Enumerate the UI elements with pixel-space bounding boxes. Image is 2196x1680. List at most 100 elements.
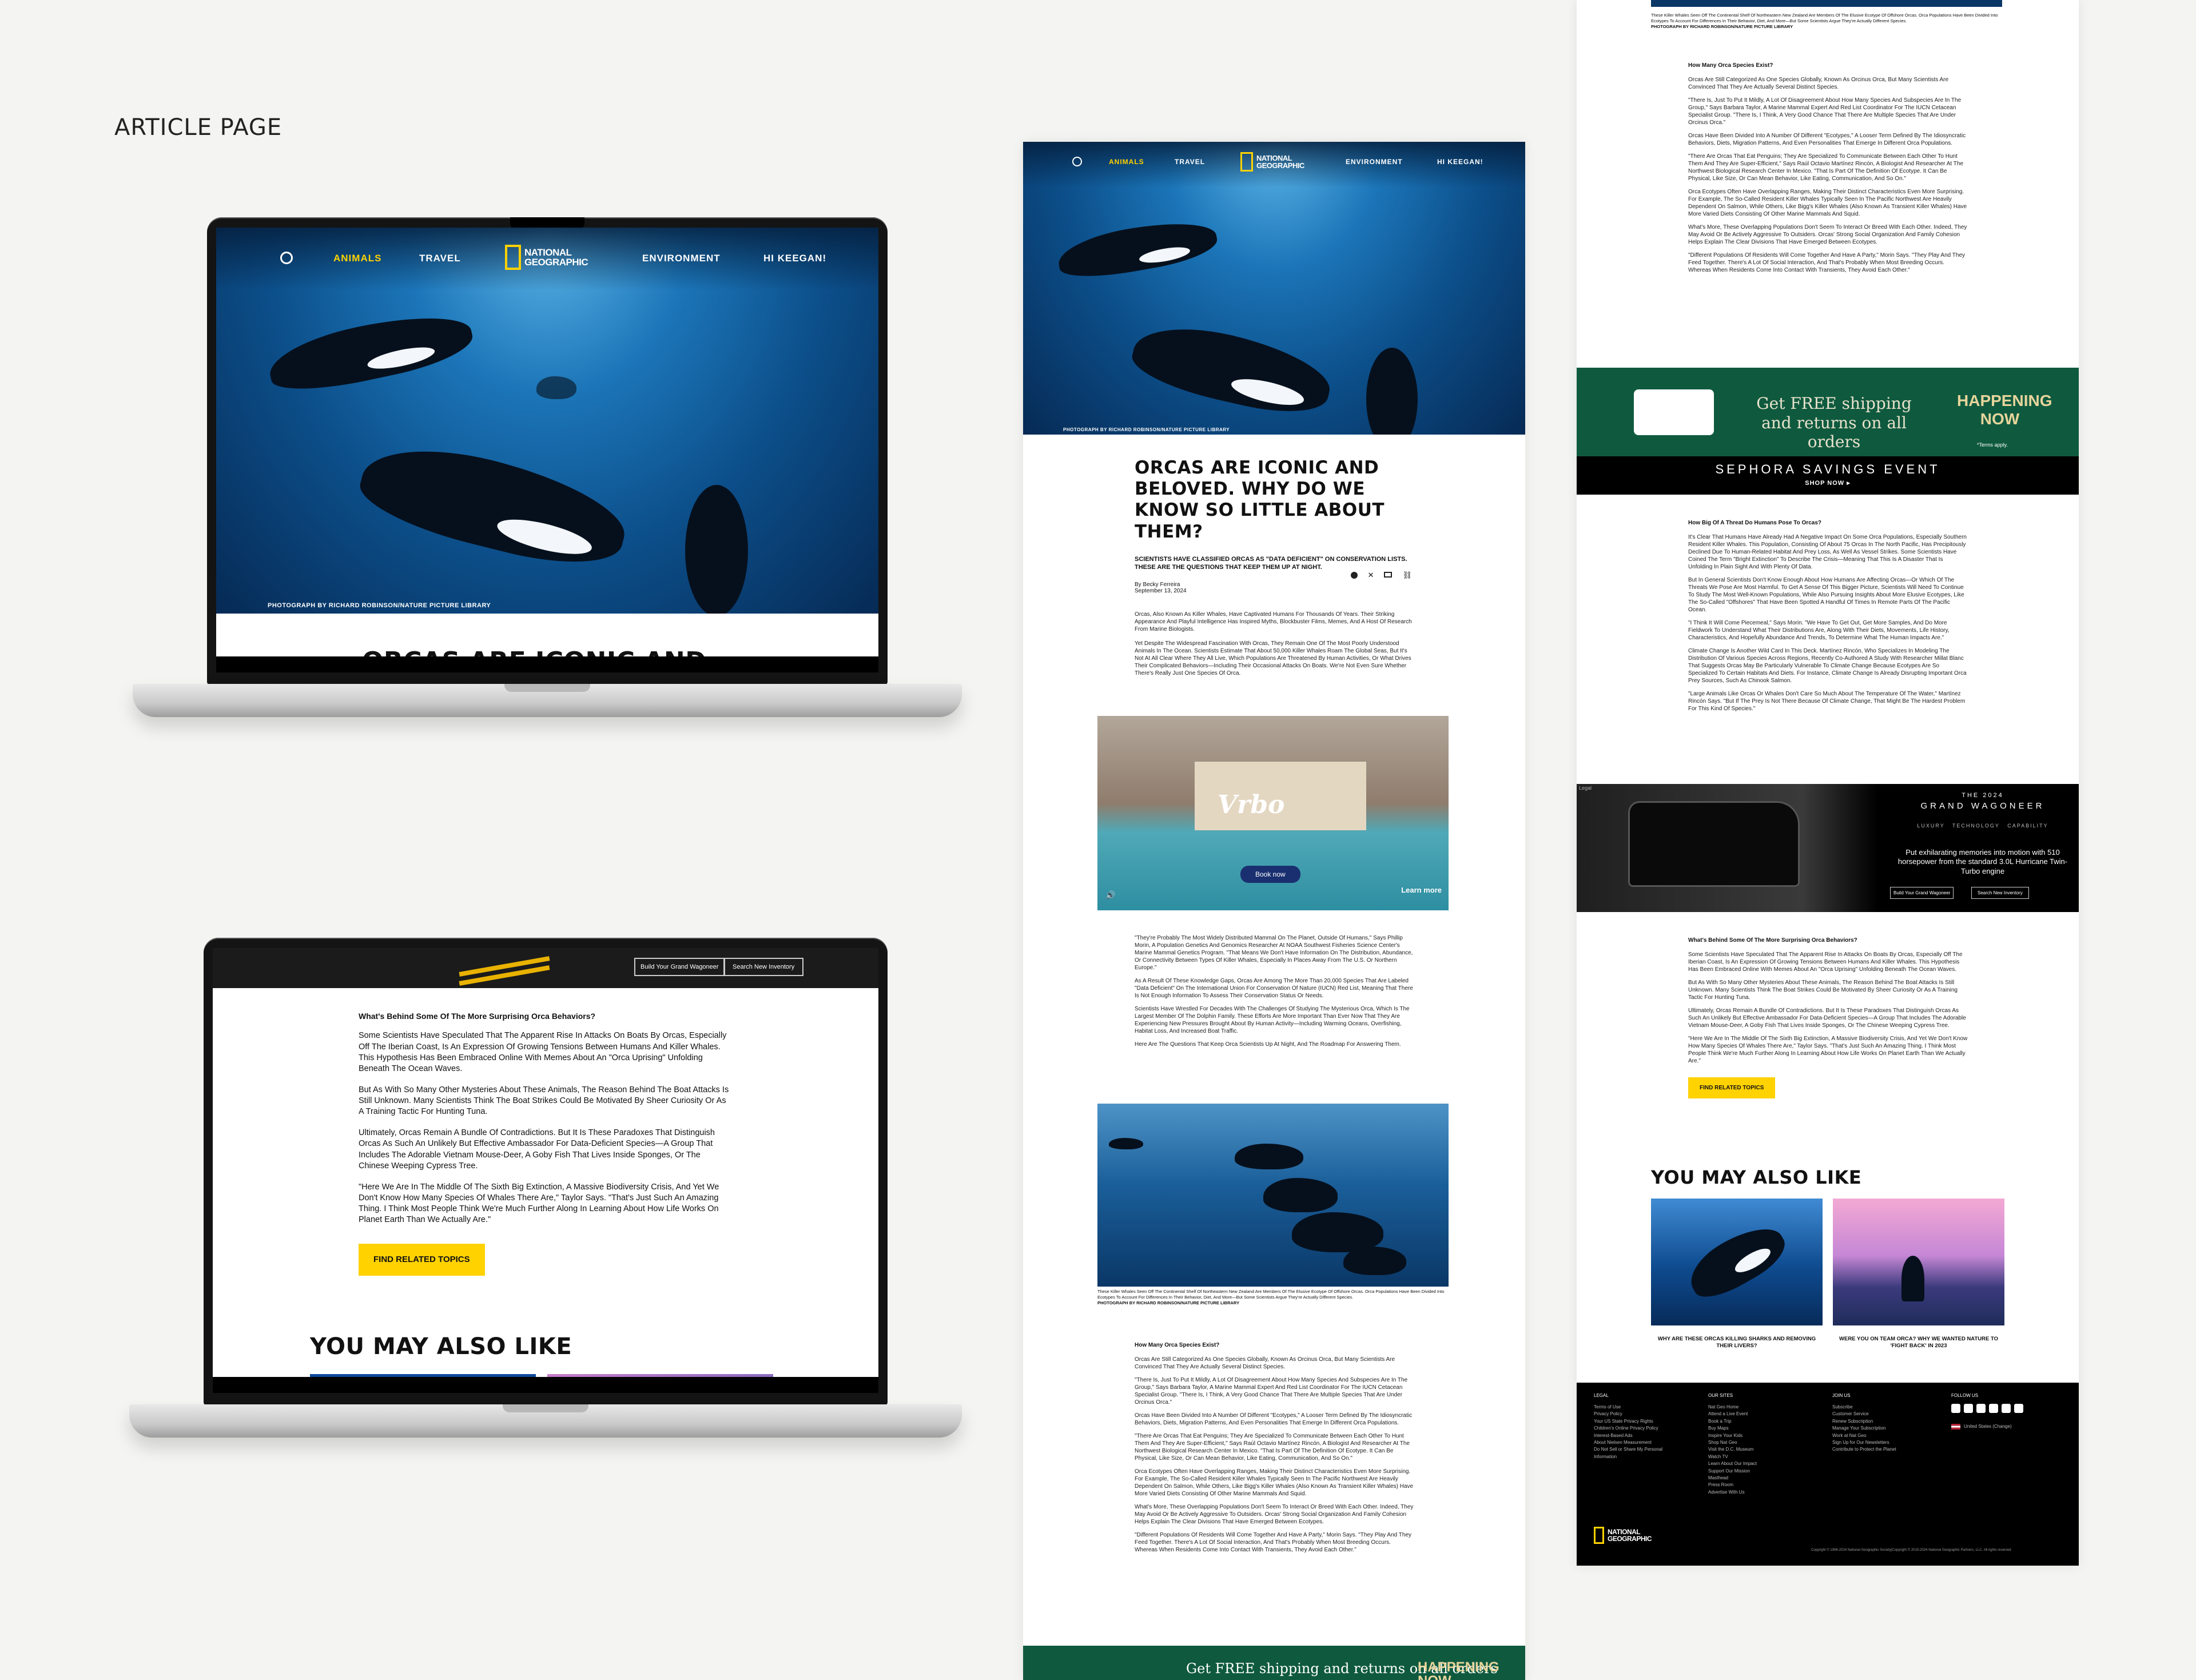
nav-environment[interactable]: ENVIRONMENT <box>642 253 721 264</box>
footer-link[interactable]: Inspire Your Kids <box>1708 1432 1757 1439</box>
top-nav: ANIMALS TRAVEL NATIONAL GEOGRAPHIC ENVIRO… <box>216 228 878 290</box>
sephora-ad-peek[interactable]: Get FREE shipping and returns on all ord… <box>1023 1646 1525 1680</box>
jeep-search-button[interactable]: Search New Inventory <box>1971 887 2029 899</box>
footer-link[interactable]: Learn About Our Impact <box>1708 1460 1757 1467</box>
footer-link[interactable]: Shop Nat Geo <box>1708 1439 1757 1446</box>
footer-link[interactable]: Sign Up for Our Newsletters <box>1832 1439 1896 1446</box>
orca-shape <box>1366 348 1418 435</box>
footer-link[interactable]: Attend a Live Event <box>1708 1411 1757 1418</box>
footer-link[interactable]: Masthead <box>1708 1475 1757 1482</box>
paragraph: It's Clear That Humans Have Already Had … <box>1688 534 1967 570</box>
nav-travel[interactable]: TRAVEL <box>1175 158 1205 166</box>
related-card-title[interactable]: WHY ARE THESE ORCAS KILLING SHARKS AND R… <box>1651 1336 1823 1350</box>
jeep-build-button[interactable]: Build Your Grand Wagoneer <box>1890 887 1954 899</box>
speaker-icon[interactable]: 🔊 <box>1105 890 1115 900</box>
footer-link[interactable]: Renew Subscription <box>1832 1418 1896 1425</box>
nav-user[interactable]: HI KEEGAN! <box>1437 158 1483 166</box>
x-icon[interactable]: ✕ <box>1368 571 1374 579</box>
linkedin-icon[interactable] <box>2002 1404 2011 1413</box>
orca-shape <box>1681 1216 1793 1307</box>
link-icon[interactable]: ⛓ <box>1402 571 1412 579</box>
orca-shape <box>1127 314 1337 424</box>
facebook-icon[interactable] <box>1350 572 1358 579</box>
footer-link[interactable]: Visit the D.C. Museum <box>1708 1446 1757 1453</box>
article-title: ORCAS ARE ICONIC AND BELOVED. WHY DO WE … <box>1135 457 1385 542</box>
footer-link[interactable]: Advertise With Us <box>1708 1489 1757 1496</box>
section-behaviors: What's Behind Some Of The More Surprisin… <box>1688 937 1968 1098</box>
nav-user[interactable]: HI KEEGAN! <box>763 253 826 264</box>
sephora-ad[interactable]: Get FREE shipping and returns on all ord… <box>1577 368 2079 495</box>
related-card-image[interactable] <box>1651 1199 1823 1325</box>
related-heading: YOU MAY ALSO LIKE <box>310 1333 572 1360</box>
tiktok-icon[interactable] <box>2014 1404 2023 1413</box>
jeep-model: GRAND WAGONEER <box>1920 801 2045 811</box>
vrbo-learn-more-button[interactable]: Learn more <box>1401 886 1442 894</box>
footer-link[interactable]: Buy Maps <box>1708 1425 1757 1432</box>
paragraph: Orcas Have Been Divided Into A Number Of… <box>1135 1412 1413 1426</box>
photo-caption: These Killer Whales Seen Off The Contine… <box>1651 13 2002 29</box>
search-icon[interactable] <box>1072 157 1082 166</box>
footer-link[interactable]: Work at Nat Geo <box>1832 1432 1896 1439</box>
suv-shape <box>1628 801 1800 887</box>
sephora-happening: HAPPENING NOW <box>1957 392 2052 428</box>
jeep-search-button[interactable]: Search New Inventory <box>723 958 804 976</box>
orca-shape <box>264 304 477 400</box>
footer-link[interactable]: Support Our Mission <box>1708 1468 1757 1475</box>
instagram-icon[interactable] <box>1951 1404 1960 1413</box>
footer-link[interactable]: Terms of Use <box>1594 1404 1680 1411</box>
footer-link[interactable]: Interest-Based Ads <box>1594 1432 1680 1439</box>
footer-link[interactable]: Nat Geo Home <box>1708 1404 1757 1411</box>
footer-link[interactable]: Contribute to Protect the Planet <box>1832 1446 1896 1453</box>
article-quotes: "They're Probably The Most Widely Distri… <box>1135 934 1415 1048</box>
section-heading: What's Behind Some Of The More Surprisin… <box>1688 937 1857 943</box>
x-icon[interactable] <box>1976 1404 1986 1413</box>
footer-link[interactable]: Press Room <box>1708 1482 1757 1488</box>
footer-legal: LEGAL Terms of Use Privacy Policy Your U… <box>1594 1393 1680 1460</box>
footer-link[interactable]: Do Not Sell or Share My Personal Informa… <box>1594 1446 1680 1460</box>
footer-link[interactable]: Subscribe <box>1832 1404 1896 1411</box>
orca-shape <box>1343 1247 1406 1275</box>
footer-link[interactable]: Manage Your Subscription <box>1832 1425 1896 1432</box>
logo-yellow-border <box>1240 152 1253 172</box>
ad-legal-label[interactable]: Legal <box>1579 785 1592 791</box>
find-related-topics-button[interactable]: FIND RELATED TOPICS <box>1688 1077 1776 1098</box>
find-related-topics-button[interactable]: FIND RELATED TOPICS <box>359 1244 485 1276</box>
footer-link[interactable]: About Nielsen Measurement <box>1594 1439 1680 1446</box>
footer-link[interactable]: Your US State Privacy Rights <box>1594 1418 1680 1425</box>
section-orca-species: How Many Orca Species Exist? Orcas Are S… <box>1135 1341 1415 1554</box>
grand-wagoneer-ad[interactable]: Legal THE 2024 GRAND WAGONEER LUXURY TEC… <box>1577 784 2079 912</box>
natgeo-logo[interactable]: NATIONAL GEOGRAPHIC <box>1240 152 1304 172</box>
nav-environment[interactable]: ENVIRONMENT <box>1346 158 1403 166</box>
article-page-full-right: These Killer Whales Seen Off The Contine… <box>1577 0 2079 1566</box>
footer-join: JOIN US Subscribe Customer Service Renew… <box>1832 1393 1896 1454</box>
nav-animals[interactable]: ANIMALS <box>1109 158 1144 166</box>
social-icons <box>1951 1404 2027 1415</box>
orca-shape <box>1263 1178 1338 1212</box>
laptop-screen: Build Your Grand Wagoneer Search New Inv… <box>213 948 878 1393</box>
natgeo-logo[interactable]: NATIONAL GEOGRAPHIC <box>505 245 588 270</box>
footer-link[interactable]: Book a Trip <box>1708 1418 1757 1425</box>
youtube-icon[interactable] <box>1989 1404 1998 1413</box>
ad-strip: Build Your Grand Wagoneer Search New Inv… <box>213 948 878 988</box>
section-heading: How Big Of A Threat Do Humans Pose To Or… <box>1688 520 1821 526</box>
sephora-happening: HAPPENING NOW <box>1418 1659 1499 1680</box>
footer-link[interactable]: Children's Online Privacy Policy <box>1594 1425 1680 1432</box>
vrbo-book-button[interactable]: Book now <box>1240 866 1300 883</box>
search-icon[interactable] <box>280 252 293 264</box>
paragraph: "Different Populations Of Residents Will… <box>1688 252 1966 273</box>
jeep-build-button[interactable]: Build Your Grand Wagoneer <box>634 958 725 976</box>
footer-link[interactable]: Customer Service <box>1832 1411 1896 1418</box>
email-icon[interactable] <box>1384 572 1393 578</box>
related-card-image[interactable] <box>1833 1199 2004 1325</box>
facebook-icon[interactable] <box>1964 1404 1973 1413</box>
sephora-shop-now[interactable]: SHOP NOW ▸ <box>1577 479 2079 487</box>
region-selector[interactable]: United States (Change) <box>1951 1423 2027 1430</box>
footer-link[interactable]: Watch TV <box>1708 1454 1757 1460</box>
footer-natgeo-logo[interactable]: NATIONAL GEOGRAPHIC <box>1594 1527 1652 1544</box>
section-heading: How Many Orca Species Exist? <box>1135 1342 1220 1348</box>
nav-animals[interactable]: ANIMALS <box>333 253 381 264</box>
footer-link[interactable]: Privacy Policy <box>1594 1411 1680 1418</box>
vrbo-video-ad[interactable]: Vrbo Book now Learn more 🔊 <box>1097 716 1449 910</box>
nav-travel[interactable]: TRAVEL <box>419 253 461 264</box>
related-card-title[interactable]: WERE YOU ON TEAM ORCA? WHY WE WANTED NAT… <box>1833 1336 2004 1350</box>
